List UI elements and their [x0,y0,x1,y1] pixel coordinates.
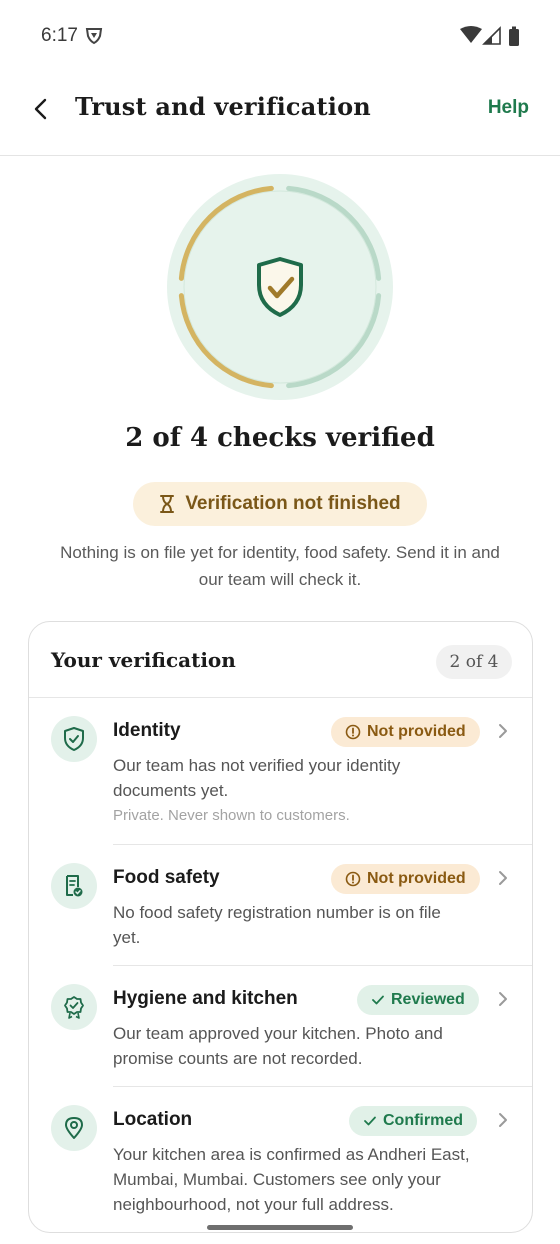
chevron-right-icon [499,992,507,1006]
app-bar: Trust and verification Help [0,70,560,156]
wifi-icon [460,26,482,43]
back-button[interactable] [24,92,58,126]
chevron-left-icon [34,98,47,120]
item-description: Our team approved your kitchen. Photo an… [113,1024,443,1068]
info-circle-icon [345,724,361,740]
item-title: Location [113,1109,193,1130]
status-badge-label: Not provided [367,723,466,740]
verification-item-location[interactable]: Location Confirmed Your kitchen area is … [29,1087,532,1232]
status-badge: Confirmed [349,1106,477,1136]
status-time: 6:17 [41,25,78,46]
item-privacy-note: Private. Never shown to customers. [113,807,350,824]
battery-icon [509,26,519,46]
chevron-right-icon [499,871,507,885]
status-bar: 6:17 [0,0,560,70]
summary-description: Nothing is on file yet for identity, foo… [60,543,500,589]
chevron-right-icon [499,724,507,738]
status-badge-label: Confirmed [383,1112,463,1129]
chevron-right-icon [499,1113,507,1127]
status-badge: Not provided [331,717,480,747]
status-badge-label: Reviewed [391,991,465,1008]
page-title: Trust and verification [75,92,371,121]
system-status-icons [460,26,519,46]
help-link[interactable]: Help [488,97,529,119]
status-badge: Not provided [331,864,480,894]
shield-check-icon [257,257,303,317]
signal-icon [482,26,501,45]
hourglass-icon [160,495,175,513]
verification-item-hygiene-kitchen[interactable]: Hygiene and kitchen Reviewed Our team ap… [29,966,532,1087]
checks-summary-title: 2 of 4 checks verified [125,423,435,453]
check-icon [372,995,384,1005]
status-badge-label: Not provided [367,870,466,887]
verification-item-identity[interactable]: Identity Not provided Our team has not v… [29,698,532,845]
item-description: Your kitchen area is confirmed as Andher… [113,1145,470,1214]
verification-item-food-safety[interactable]: Food safety Not provided No food safety … [29,845,532,966]
item-description: Our team has not verified your identity … [113,756,401,800]
status-pill-label: Verification not finished [185,493,401,514]
award-badge-icon [64,996,84,1019]
verification-progress-ring [165,172,395,402]
item-title: Identity [113,720,181,741]
card-header: Your verification 2 of 4 [29,622,532,698]
verification-card: Your verification 2 of 4 Identity Not pr… [28,621,533,1233]
home-indicator[interactable] [207,1225,353,1230]
info-circle-icon [345,871,361,887]
status-badge: Reviewed [357,985,479,1015]
item-title: Hygiene and kitchen [113,988,298,1009]
check-icon [364,1116,376,1126]
shield-check-icon [64,727,84,751]
location-pin-icon [65,1117,83,1139]
document-check-icon [66,875,83,897]
verification-status-pill: Verification not finished [133,482,427,526]
item-description: No food safety registration number is on… [113,903,441,947]
item-title: Food safety [113,867,220,888]
count-badge: 2 of 4 [436,645,512,679]
vpn-shield-icon [85,28,103,45]
card-title: Your verification [51,648,236,672]
